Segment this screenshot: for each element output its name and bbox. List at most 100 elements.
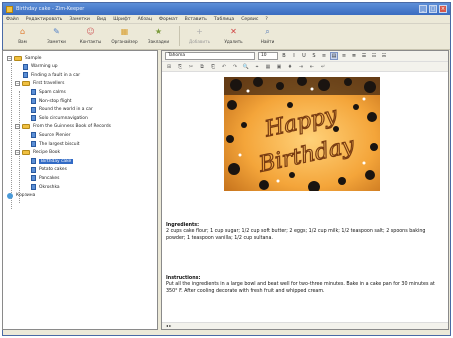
tree-item[interactable]: Warming up (23, 63, 58, 70)
edit-toolbar-button[interactable]: ⊞ (165, 63, 173, 71)
minimize-button[interactable]: _ (419, 5, 427, 13)
menu-item[interactable]: Вставить (185, 17, 207, 22)
tree-item[interactable]: Okroshka (31, 184, 60, 190)
instructions-block[interactable]: Instructions: Put all the ingredients in… (166, 276, 438, 295)
format-button[interactable]: ☵ (380, 52, 388, 60)
tree-item[interactable]: Round the world in a car (31, 106, 93, 113)
edit-toolbar-button[interactable]: ↶ (220, 63, 228, 71)
toolbar-button-label: Заметки (47, 39, 66, 44)
edit-toolbar-button[interactable]: ✂ (187, 63, 195, 71)
edit-toolbar-button[interactable]: ▦ (264, 63, 272, 71)
bookmark-button[interactable]: ★ Закладки (143, 26, 174, 48)
tree-item[interactable]: Finding a fault in a car (23, 72, 80, 79)
edit-toolbar-button[interactable]: ⎗ (209, 63, 217, 71)
status-bar: ◂ ▸ (162, 322, 448, 329)
editor-pane: Tahoma 10 B I U S ≡ ▤ ≡ ≣ ☰ ☷ ☵ ⊞ ⎘ ✂ ⧉ ⎗ ↶ ↷ 🔍 ⌖ ▦ ▣ ♦ ⇥ ⇤ ↵ (161, 50, 449, 330)
bookmark-icon: ★ (154, 27, 163, 36)
tree-item[interactable]: Solo circumnavigation (31, 115, 88, 122)
note-icon (31, 166, 36, 173)
home-button[interactable]: ⌂ Вам (7, 26, 38, 48)
ingredients-block[interactable]: Ingredients: 2 cups cake flour; 1 cup su… (166, 223, 438, 242)
note-icon (23, 63, 28, 70)
menu-item[interactable]: Шрифт (113, 17, 130, 22)
tree-item[interactable]: − Recipe Book (15, 150, 60, 156)
note-icon (23, 72, 28, 79)
edit-toolbar-button[interactable]: ⌖ (253, 63, 261, 71)
calendar-icon: ▦ (120, 27, 129, 36)
edit-toolbar-button[interactable]: ♦ (286, 63, 294, 71)
edit-toolbar-button[interactable]: ⧉ (198, 63, 206, 71)
tree-item-label: Non-stop flight (39, 98, 72, 104)
menu-item[interactable]: ? (265, 17, 267, 22)
add-button[interactable]: + Добавить (184, 26, 215, 48)
tree-toggle[interactable]: − (15, 150, 20, 156)
search-button[interactable]: ⌕ Найти (252, 26, 283, 48)
menu-item[interactable]: Вид (97, 17, 106, 22)
menu-item[interactable]: Сервис (241, 17, 258, 22)
tree-item[interactable]: Source Plenier (31, 132, 71, 139)
menu-item[interactable]: Формат (159, 17, 178, 22)
calendar-button[interactable]: ▦ Органайзер (109, 26, 140, 48)
tree-item[interactable]: Non-stop flight (31, 98, 72, 104)
edit-toolbar-button[interactable]: ▣ (275, 63, 283, 71)
toolbar-button-label: Найти (260, 39, 275, 44)
maximize-button[interactable]: □ (429, 5, 437, 13)
format-button[interactable]: S (310, 52, 318, 60)
tree-item[interactable]: − Sample (7, 55, 41, 61)
tree-item[interactable]: − From the Guinness Book of Records (15, 124, 111, 130)
format-button[interactable]: ☷ (370, 52, 378, 60)
format-button[interactable]: ≣ (350, 52, 358, 60)
tree-item[interactable]: Potato cakes (31, 166, 67, 173)
notes-tree[interactable]: − Sample Warming up Finding a fault in a ca… (2, 50, 158, 330)
menu-item[interactable]: Файл (6, 17, 19, 22)
edit-toolbar-button[interactable]: ↵ (319, 63, 327, 71)
note-icon (31, 132, 36, 139)
tree-toggle[interactable]: − (15, 81, 20, 87)
format-button[interactable]: B (280, 52, 288, 60)
toolbar-button-label: Органайзер (111, 39, 138, 44)
menu-bar: Файл Редактировать Заметки Вид Шрифт Абзац Фор… (3, 15, 450, 24)
format-button[interactable]: ▤ (330, 52, 338, 60)
menu-item[interactable]: Заметки (69, 17, 90, 22)
menu-item[interactable]: Абзац (138, 17, 152, 22)
delete-button[interactable]: ✕ Удалить (218, 26, 249, 48)
font-select[interactable]: Tahoma (165, 52, 255, 60)
title-bar[interactable]: Birthday cake - Zim-Keeper _ □ × (3, 3, 450, 15)
format-button[interactable]: ≡ (320, 52, 328, 60)
tree-item[interactable]: Spam calms (31, 89, 66, 96)
tree-item-label: Round the world in a car (39, 107, 93, 113)
edit-toolbar-button[interactable]: 🔍 (242, 63, 250, 71)
format-button[interactable]: ≡ (340, 52, 348, 60)
tree-item[interactable]: − First travellers (15, 81, 64, 87)
contacts-button[interactable]: ☺ Контакты (75, 26, 106, 48)
edit-toolbar: ⊞ ⎘ ✂ ⧉ ⎗ ↶ ↷ 🔍 ⌖ ▦ ▣ ♦ ⇥ ⇤ ↵ (162, 62, 448, 72)
notes-button[interactable]: ✎ Заметки (41, 26, 72, 48)
close-button[interactable]: × (439, 5, 447, 13)
contacts-icon: ☺ (86, 27, 95, 36)
format-button[interactable]: ☰ (360, 52, 368, 60)
tree-toggle[interactable]: − (15, 124, 20, 130)
tree-item[interactable]: The largest biscuit (31, 141, 80, 147)
toolbar-separator (179, 26, 180, 46)
folder-icon (22, 81, 30, 87)
trash-icon (7, 192, 13, 199)
tree-item-label: Potato cakes (39, 167, 67, 173)
format-button[interactable]: U (300, 52, 308, 60)
edit-toolbar-button[interactable]: ⇤ (308, 63, 316, 71)
edit-toolbar-button[interactable]: ⇥ (297, 63, 305, 71)
note-icon (31, 141, 36, 147)
toolbar-button-label: Вам (18, 39, 27, 44)
format-button[interactable]: I (290, 52, 298, 60)
tree-toggle[interactable]: − (7, 55, 12, 61)
main-toolbar: ⌂ Вам ✎ Заметки ☺ Контакты ▦ Органайзер ★ Закладк… (3, 24, 450, 50)
edit-toolbar-button[interactable]: ↷ (231, 63, 239, 71)
menu-item[interactable]: Таблица (214, 17, 234, 22)
tree-item[interactable]: Pancakes (31, 175, 60, 182)
tree-item-label: Pancakes (39, 175, 60, 181)
font-size-select[interactable]: 10 (258, 52, 278, 60)
birthday-cake-photo: Happy Birthday (224, 77, 380, 191)
edit-toolbar-button[interactable]: ⎘ (176, 63, 184, 71)
tree-item[interactable]: Birthday cake (31, 158, 74, 165)
menu-item[interactable]: Редактировать (26, 17, 63, 22)
tree-item[interactable]: Корзина (7, 192, 35, 199)
